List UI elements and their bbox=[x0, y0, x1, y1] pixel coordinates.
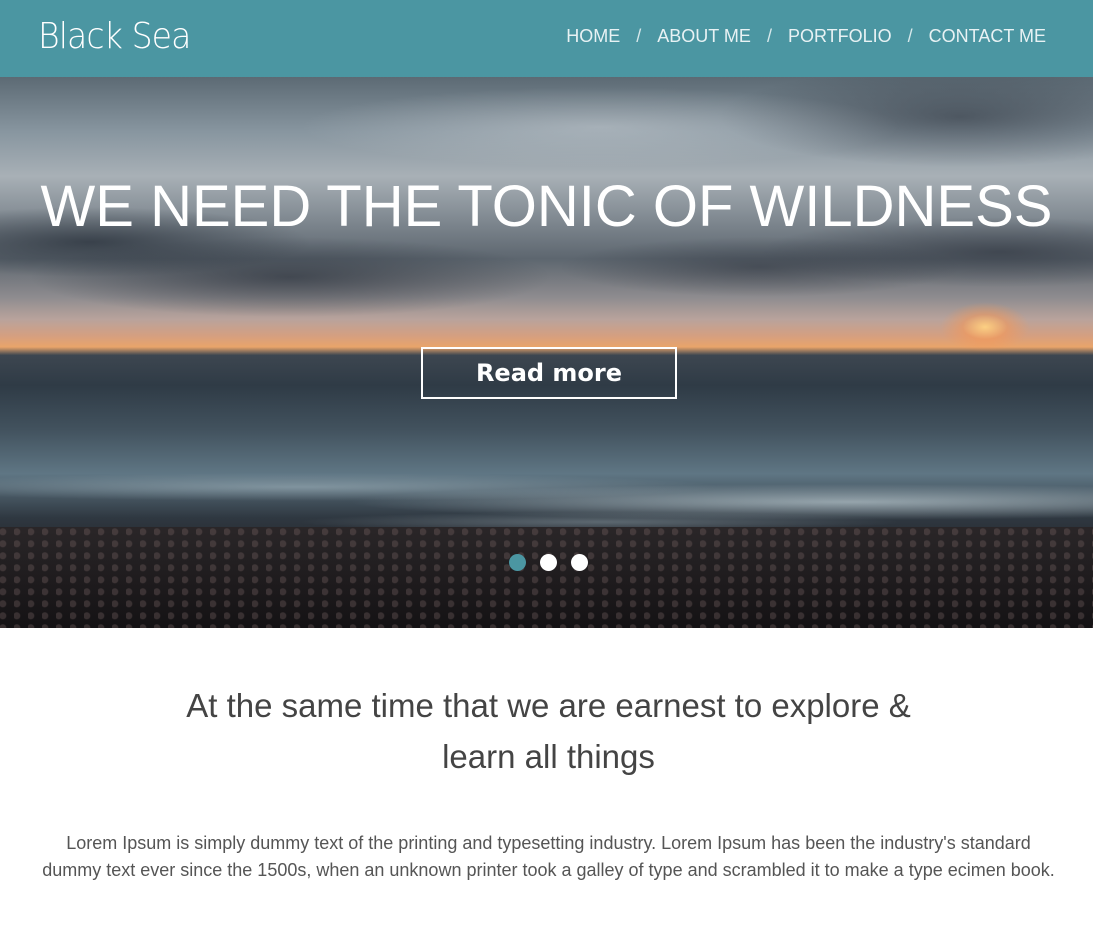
hero-title: WE NEED THE TONIC OF WILDNESS bbox=[40, 174, 1053, 239]
hero-background-shore bbox=[0, 527, 1093, 628]
nav-separator: / bbox=[766, 26, 772, 46]
nav-separator: / bbox=[907, 26, 913, 46]
nav-separator: / bbox=[636, 26, 642, 46]
nav-portfolio[interactable]: PORTFOLIO bbox=[788, 26, 892, 47]
nav-about-me[interactable]: ABOUT ME bbox=[657, 26, 751, 47]
section-tagline: At the same time that we are earnest to … bbox=[150, 680, 947, 782]
site-logo[interactable]: Black Sea bbox=[38, 16, 191, 57]
hero-background-sun bbox=[940, 302, 1030, 352]
slider-pagination bbox=[509, 554, 588, 571]
slider-dot-2[interactable] bbox=[540, 554, 557, 571]
main-nav: HOME / ABOUT ME / PORTFOLIO / CONTACT ME bbox=[566, 26, 1046, 47]
read-more-button[interactable]: Read more bbox=[421, 347, 677, 399]
tagline-line-1: At the same time that we are earnest to … bbox=[186, 687, 911, 724]
hero-slider: WE NEED THE TONIC OF WILDNESS Read more bbox=[0, 77, 1093, 628]
slider-dot-1[interactable] bbox=[509, 554, 526, 571]
slider-dot-3[interactable] bbox=[571, 554, 588, 571]
nav-contact-me[interactable]: CONTACT ME bbox=[929, 26, 1046, 47]
intro-paragraph: Lorem Ipsum is simply dummy text of the … bbox=[42, 833, 1055, 880]
tagline-line-2: learn all things bbox=[442, 738, 655, 775]
nav-home[interactable]: HOME bbox=[566, 26, 620, 47]
site-header: Black Sea HOME / ABOUT ME / PORTFOLIO / … bbox=[0, 0, 1093, 77]
